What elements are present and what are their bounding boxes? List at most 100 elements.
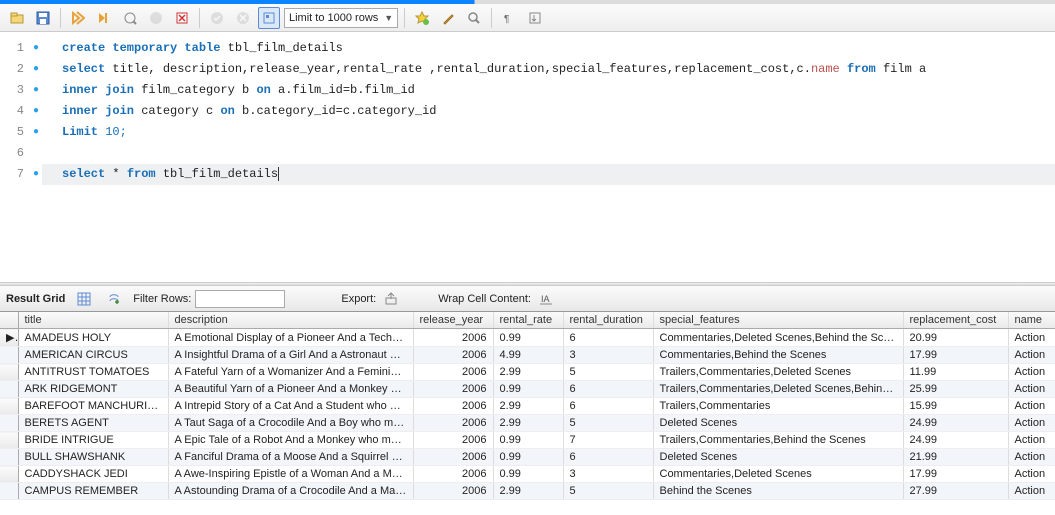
wrap-toggle-icon[interactable]: IA	[535, 288, 557, 310]
save-icon[interactable]	[32, 7, 54, 29]
cell[interactable]: A Fanciful Drama of a Moose And a Squirr…	[168, 449, 413, 466]
cell[interactable]: Action	[1008, 415, 1055, 432]
table-row[interactable]: BULL SHAWSHANKA Fanciful Drama of a Moos…	[0, 449, 1055, 466]
cell[interactable]: 2006	[413, 432, 493, 449]
cell[interactable]: BAREFOOT MANCHURIAN	[18, 398, 168, 415]
cell[interactable]: Trailers,Commentaries,Behind the Scenes	[653, 432, 903, 449]
cell[interactable]: Behind the Scenes	[653, 483, 903, 500]
cell[interactable]: 6	[563, 398, 653, 415]
cell[interactable]: A Epic Tale of a Robot And a Monkey who …	[168, 432, 413, 449]
cell[interactable]: 27.99	[903, 483, 1008, 500]
cancel-icon[interactable]	[171, 7, 193, 29]
column-header[interactable]: release_year	[413, 312, 493, 329]
cell[interactable]: 0.99	[493, 466, 563, 483]
table-row[interactable]: ▶AMADEUS HOLYA Emotional Display of a Pi…	[0, 329, 1055, 347]
cell[interactable]: 6	[563, 381, 653, 398]
explain-icon[interactable]	[119, 7, 141, 29]
cell[interactable]: 5	[563, 415, 653, 432]
code-line[interactable]: select * from tbl_film_details	[42, 164, 1055, 185]
cell[interactable]: Commentaries,Deleted Scenes	[653, 466, 903, 483]
cell[interactable]: 2.99	[493, 364, 563, 381]
cell[interactable]: Trailers,Commentaries	[653, 398, 903, 415]
cell[interactable]: 11.99	[903, 364, 1008, 381]
row-marker[interactable]	[0, 398, 18, 415]
cell[interactable]: A Fateful Yarn of a Womanizer And a Femi…	[168, 364, 413, 381]
row-marker[interactable]	[0, 466, 18, 483]
cell[interactable]: 2006	[413, 381, 493, 398]
column-header[interactable]: rental_rate	[493, 312, 563, 329]
cell[interactable]: 21.99	[903, 449, 1008, 466]
code-line[interactable]: Limit 10;	[42, 122, 127, 143]
cell[interactable]: 6	[563, 449, 653, 466]
column-header[interactable]: name	[1008, 312, 1055, 329]
cell[interactable]: A Beautiful Yarn of a Pioneer And a Monk…	[168, 381, 413, 398]
favorite-icon[interactable]	[411, 7, 433, 29]
execute-icon[interactable]	[67, 7, 89, 29]
cell[interactable]: Action	[1008, 432, 1055, 449]
table-row[interactable]: BRIDE INTRIGUEA Epic Tale of a Robot And…	[0, 432, 1055, 449]
open-file-icon[interactable]	[6, 7, 28, 29]
cell[interactable]: BERETS AGENT	[18, 415, 168, 432]
table-row[interactable]: ARK RIDGEMONTA Beautiful Yarn of a Pione…	[0, 381, 1055, 398]
cell[interactable]: 7	[563, 432, 653, 449]
code-line[interactable]: inner join category c on b.category_id=c…	[42, 101, 436, 122]
row-marker[interactable]: ▶	[0, 329, 18, 347]
cell[interactable]: 2006	[413, 364, 493, 381]
cell[interactable]: Deleted Scenes	[653, 415, 903, 432]
cell[interactable]: AMERICAN CIRCUS	[18, 347, 168, 364]
cell[interactable]: Commentaries,Behind the Scenes	[653, 347, 903, 364]
column-header[interactable]: special_features	[653, 312, 903, 329]
cell[interactable]: BRIDE INTRIGUE	[18, 432, 168, 449]
table-row[interactable]: CAMPUS REMEMBERA Astounding Drama of a C…	[0, 483, 1055, 500]
column-header[interactable]: title	[18, 312, 168, 329]
toggle-wrap-icon[interactable]	[524, 7, 546, 29]
cell[interactable]: 0.99	[493, 381, 563, 398]
table-row[interactable]: CADDYSHACK JEDIA Awe-Inspiring Epistle o…	[0, 466, 1055, 483]
cell[interactable]: 2.99	[493, 398, 563, 415]
cell[interactable]: 15.99	[903, 398, 1008, 415]
cell[interactable]: 17.99	[903, 466, 1008, 483]
code-line[interactable]: create temporary table tbl_film_details	[42, 38, 343, 59]
cell[interactable]: 24.99	[903, 432, 1008, 449]
cell[interactable]: A Taut Saga of a Crocodile And a Boy who…	[168, 415, 413, 432]
column-header[interactable]: rental_duration	[563, 312, 653, 329]
cell[interactable]: 2006	[413, 329, 493, 347]
row-marker[interactable]	[0, 449, 18, 466]
cell[interactable]: A Emotional Display of a Pioneer And a T…	[168, 329, 413, 347]
cell[interactable]: Action	[1008, 347, 1055, 364]
filter-toggle-icon[interactable]	[103, 288, 125, 310]
cell[interactable]: Trailers,Commentaries,Deleted Scenes	[653, 364, 903, 381]
cell[interactable]: 4.99	[493, 347, 563, 364]
column-header[interactable]: replacement_cost	[903, 312, 1008, 329]
cell[interactable]: 0.99	[493, 432, 563, 449]
find-icon[interactable]	[463, 7, 485, 29]
cell[interactable]: 2.99	[493, 483, 563, 500]
cell[interactable]: 2006	[413, 398, 493, 415]
cell[interactable]: 24.99	[903, 415, 1008, 432]
row-marker[interactable]	[0, 432, 18, 449]
cell[interactable]: 6	[563, 329, 653, 347]
row-marker[interactable]	[0, 347, 18, 364]
cell[interactable]: 25.99	[903, 381, 1008, 398]
cell[interactable]: Action	[1008, 381, 1055, 398]
code-line[interactable]	[42, 143, 62, 164]
cell[interactable]: 2006	[413, 347, 493, 364]
cell[interactable]: ANTITRUST TOMATOES	[18, 364, 168, 381]
cell[interactable]: 20.99	[903, 329, 1008, 347]
cell[interactable]: 5	[563, 483, 653, 500]
cell[interactable]: Action	[1008, 398, 1055, 415]
cell[interactable]: 0.99	[493, 329, 563, 347]
row-marker[interactable]	[0, 364, 18, 381]
code-line[interactable]: inner join film_category b on a.film_id=…	[42, 80, 415, 101]
cell[interactable]: 2006	[413, 483, 493, 500]
result-grid-tab[interactable]: Result Grid	[6, 293, 65, 305]
cell[interactable]: 17.99	[903, 347, 1008, 364]
cell[interactable]: AMADEUS HOLY	[18, 329, 168, 347]
table-row[interactable]: BERETS AGENTA Taut Saga of a Crocodile A…	[0, 415, 1055, 432]
cell[interactable]: ARK RIDGEMONT	[18, 381, 168, 398]
cell[interactable]: CADDYSHACK JEDI	[18, 466, 168, 483]
cell[interactable]: A Awe-Inspiring Epistle of a Woman And a…	[168, 466, 413, 483]
cell[interactable]: A Insightful Drama of a Girl And a Astro…	[168, 347, 413, 364]
cell[interactable]: CAMPUS REMEMBER	[18, 483, 168, 500]
cell[interactable]: BULL SHAWSHANK	[18, 449, 168, 466]
